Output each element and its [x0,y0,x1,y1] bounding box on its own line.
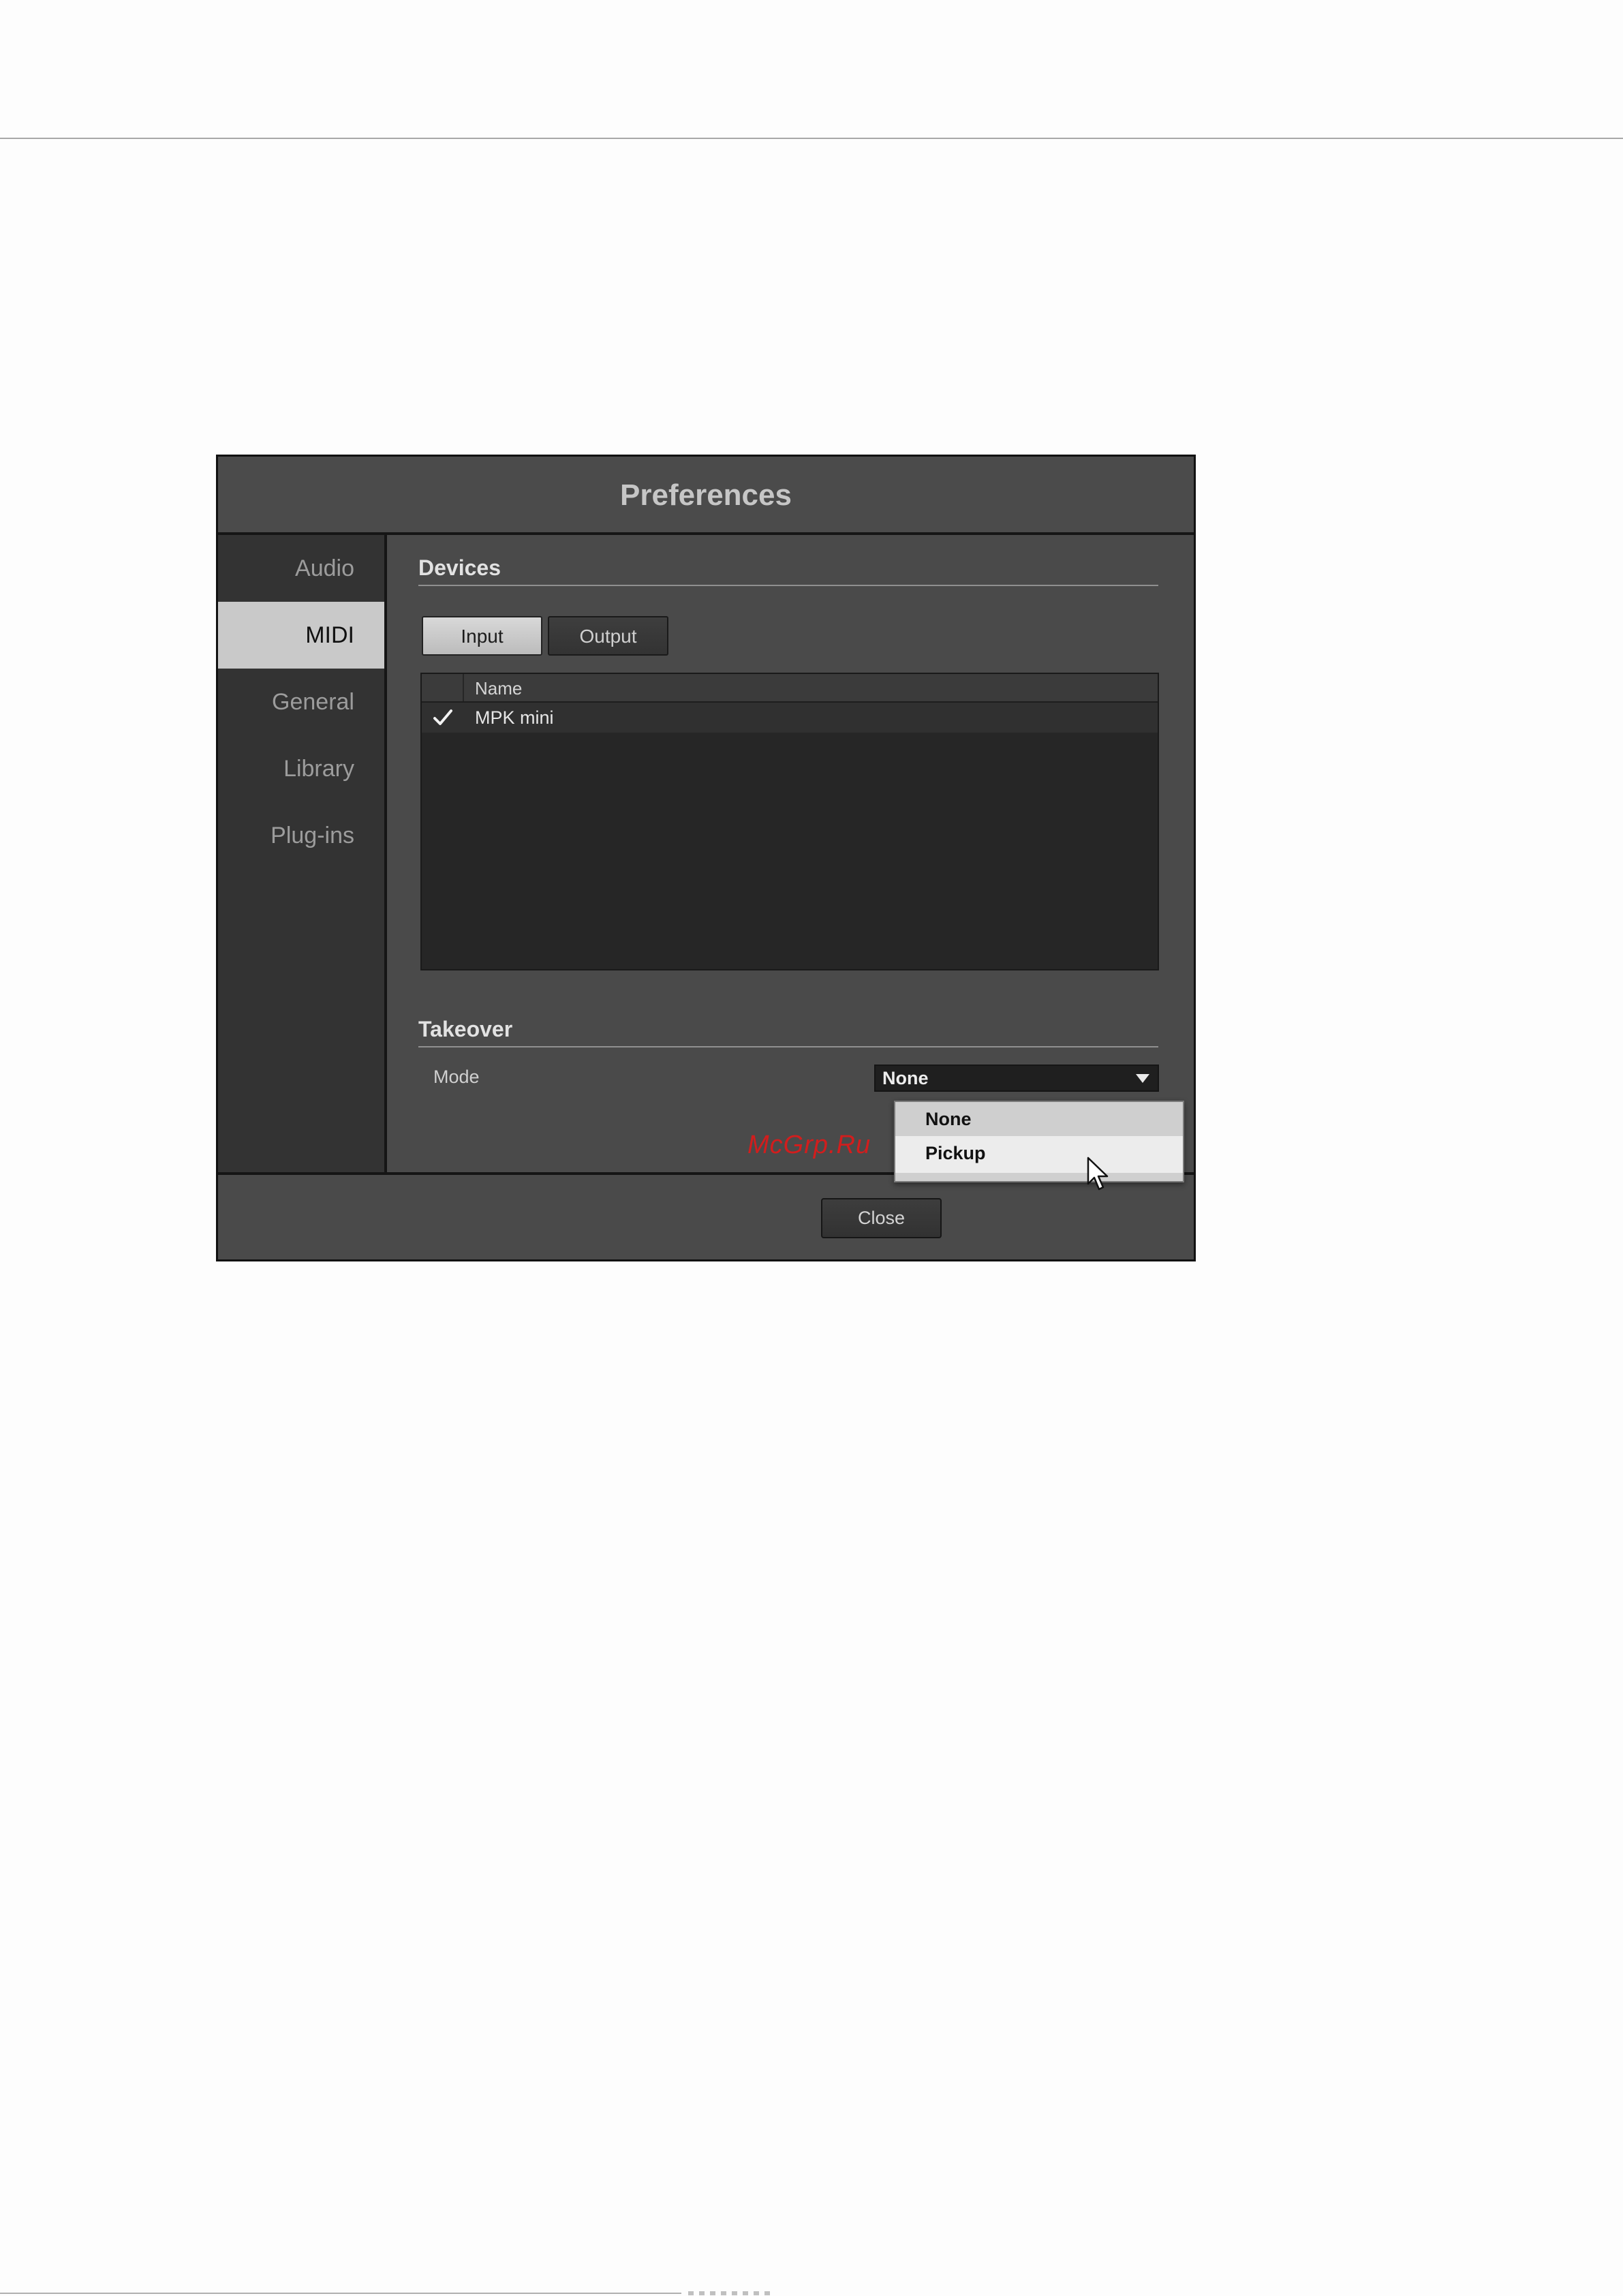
dialog-footer [218,1172,1194,1259]
tab-output[interactable]: Output [548,616,668,656]
sidebar-item-plug-ins[interactable]: Plug-ins [218,802,384,869]
mode-label: Mode [433,1067,480,1087]
mode-dropdown-menu: None Pickup [894,1101,1184,1182]
midi-device-table: Name MPK mini [420,673,1159,970]
dialog-title-bar: Preferences [218,457,1194,535]
dialog-title: Preferences [620,478,792,512]
devices-section-title: Devices [418,555,501,580]
takeover-section-title: Takeover [418,1017,513,1041]
dropdown-option-none[interactable]: None [895,1102,1183,1136]
sidebar-item-audio[interactable]: Audio [218,535,384,602]
device-name-cell: MPK mini [475,707,554,728]
mode-select-value: None [882,1068,929,1088]
table-header: Name [422,674,1158,703]
mode-select[interactable]: None [874,1065,1159,1092]
mouse-pointer-icon [1087,1157,1109,1191]
preferences-sidebar: Audio MIDI General Library Plug-ins [218,535,387,1172]
table-header-name[interactable]: Name [475,678,522,699]
watermark: McGrp.Ru [747,1131,871,1159]
dropdown-option-pickup[interactable]: Pickup [895,1136,1183,1170]
page-bottom-rule [0,2293,681,2294]
devices-section-divider [418,585,1158,586]
tab-input[interactable]: Input [422,616,542,656]
dropdown-bottom-edge [895,1173,1183,1181]
dropdown-arrow-icon [1136,1074,1149,1083]
table-row[interactable]: MPK mini [422,703,1158,733]
close-button[interactable]: Close [821,1198,942,1238]
page-top-rule [0,138,1623,139]
page-bottom-marks [688,2291,770,2295]
takeover-section-divider [418,1046,1158,1047]
sidebar-item-general[interactable]: General [218,669,384,735]
checkmark-icon[interactable] [433,708,453,727]
sidebar-item-midi[interactable]: MIDI [218,602,384,669]
sidebar-item-library[interactable]: Library [218,735,384,802]
table-header-checkbox-column [422,674,464,701]
